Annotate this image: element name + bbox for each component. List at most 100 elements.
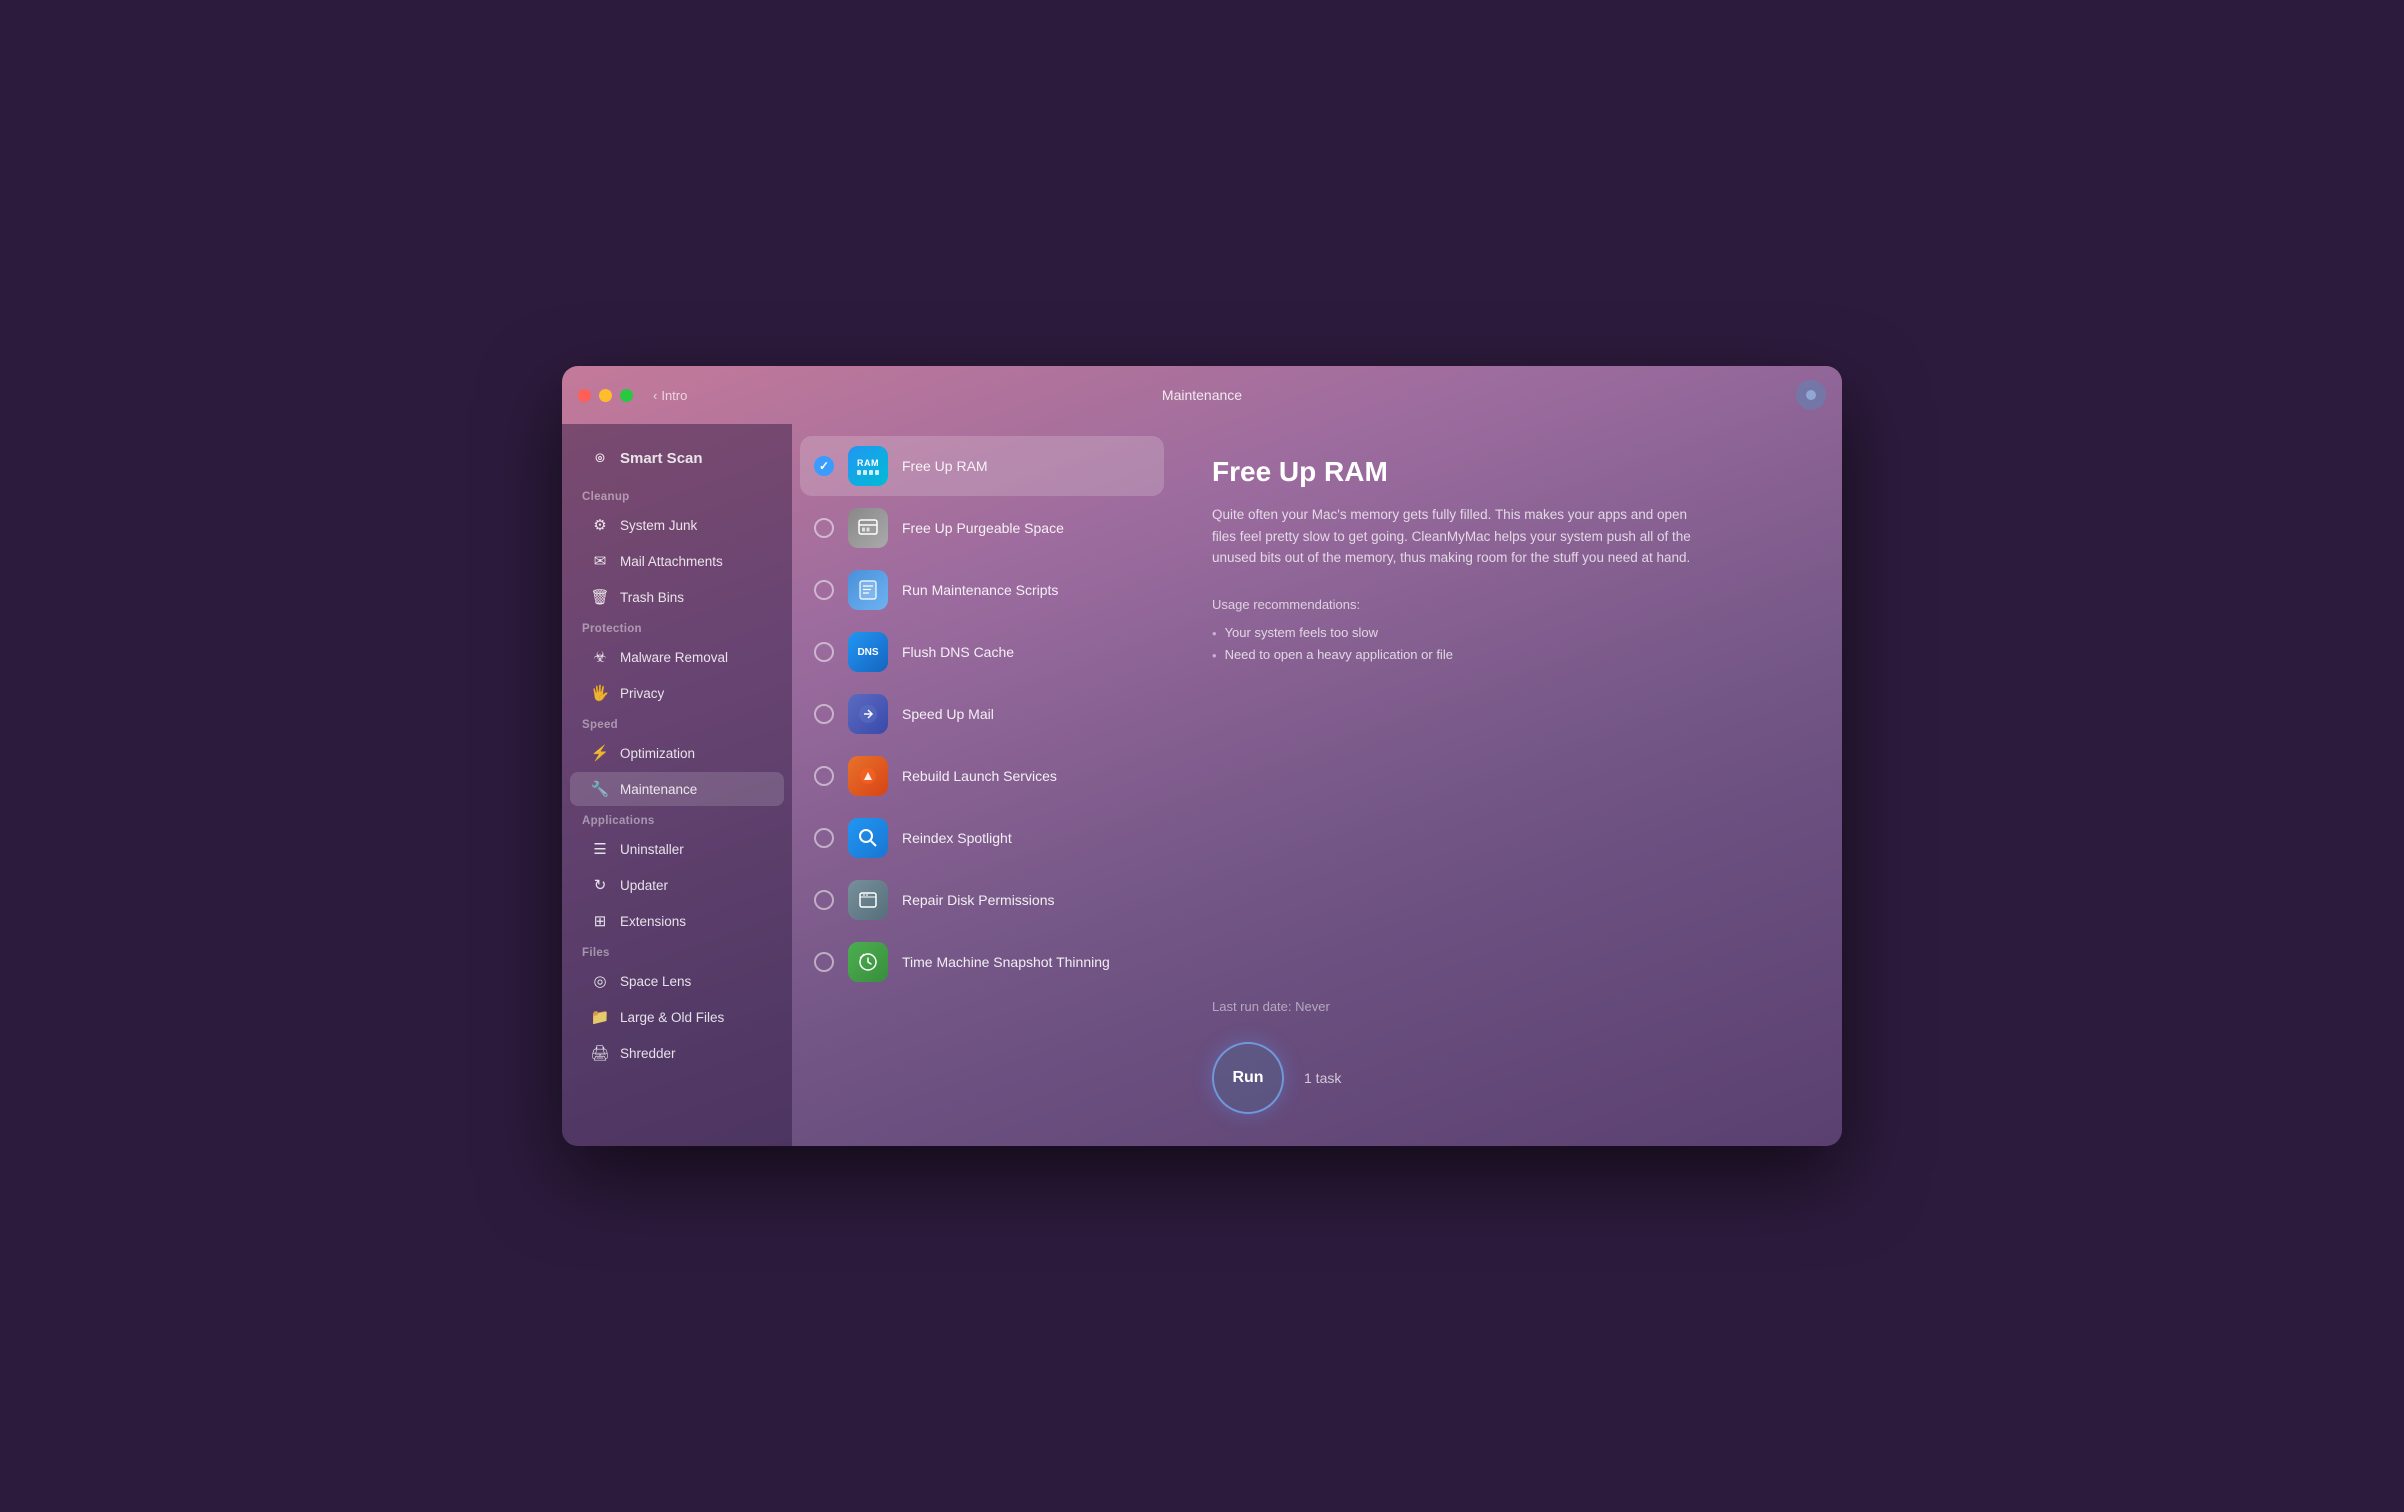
sidebar-item-label: Space Lens <box>620 974 691 989</box>
task-label-flush-dns-cache: Flush DNS Cache <box>902 644 1014 660</box>
nav-area: ‹ Intro <box>653 388 687 403</box>
traffic-lights <box>578 389 633 402</box>
task-icon-free-up-ram: RAM <box>848 446 888 486</box>
task-icon-time-machine-thinning <box>848 942 888 982</box>
sidebar-item-optimization[interactable]: ⚡ Optimization <box>570 736 784 770</box>
task-radio-rebuild-launch-services[interactable] <box>814 766 834 786</box>
sidebar-item-label: Maintenance <box>620 782 697 797</box>
sidebar-item-system-junk[interactable]: ⚙ System Junk <box>570 508 784 542</box>
sidebar-item-uninstaller[interactable]: ☰ Uninstaller <box>570 832 784 866</box>
app-window: ‹ Intro Maintenance ⌾ Smart Scan Cleanup… <box>562 366 1842 1146</box>
task-icon-reindex-spotlight <box>848 818 888 858</box>
task-radio-reindex-spotlight[interactable] <box>814 828 834 848</box>
sidebar-item-label: Large & Old Files <box>620 1010 724 1025</box>
mail-attachments-icon: ✉ <box>590 551 610 571</box>
last-run-value: Never <box>1295 999 1330 1014</box>
sidebar-item-shredder[interactable]: 🖨 Shredder <box>570 1036 784 1070</box>
task-radio-run-maintenance-scripts[interactable] <box>814 580 834 600</box>
task-label-run-maintenance-scripts: Run Maintenance Scripts <box>902 582 1058 598</box>
sidebar-item-maintenance[interactable]: 🔧 Maintenance <box>570 772 784 806</box>
sidebar-item-large-old-files[interactable]: 📁 Large & Old Files <box>570 1000 784 1034</box>
smart-scan-icon: ⌾ <box>590 448 610 468</box>
maximize-button[interactable] <box>620 389 633 402</box>
task-label-time-machine-thinning: Time Machine Snapshot Thinning <box>902 954 1110 970</box>
trash-bins-icon: 🗑 <box>590 587 610 607</box>
last-run-label: Last run date: Never <box>1212 999 1802 1014</box>
task-icon-repair-disk-permissions <box>848 880 888 920</box>
sidebar-item-label: Trash Bins <box>620 590 684 605</box>
task-item-speed-up-mail[interactable]: Speed Up Mail <box>800 684 1164 744</box>
sidebar-item-malware-removal[interactable]: ☣ Malware Removal <box>570 640 784 674</box>
task-radio-repair-disk-permissions[interactable] <box>814 890 834 910</box>
task-radio-free-up-ram[interactable] <box>814 456 834 476</box>
updater-icon: ↻ <box>590 875 610 895</box>
sidebar-item-label: Extensions <box>620 914 686 929</box>
task-icon-rebuild-launch-services <box>848 756 888 796</box>
usage-item-1: Your system feels too slow <box>1212 622 1802 644</box>
back-button[interactable]: ‹ Intro <box>653 388 687 403</box>
spacer <box>1212 706 1802 999</box>
task-radio-speed-up-mail[interactable] <box>814 704 834 724</box>
task-label-speed-up-mail: Speed Up Mail <box>902 706 994 722</box>
sidebar-item-smart-scan[interactable]: ⌾ Smart Scan <box>570 441 784 475</box>
detail-panel: Free Up RAM Quite often your Mac's memor… <box>1172 424 1842 1146</box>
task-item-time-machine-thinning[interactable]: Time Machine Snapshot Thinning <box>800 932 1164 992</box>
task-icon-flush-dns-cache: DNS <box>848 632 888 672</box>
sidebar-item-trash-bins[interactable]: 🗑 Trash Bins <box>570 580 784 614</box>
task-radio-free-up-purgeable[interactable] <box>814 518 834 538</box>
task-item-free-up-ram[interactable]: RAM Free Up RAM <box>800 436 1164 496</box>
section-label-cleanup: Cleanup <box>562 483 792 507</box>
task-item-rebuild-launch-services[interactable]: Rebuild Launch Services <box>800 746 1164 806</box>
malware-removal-icon: ☣ <box>590 647 610 667</box>
run-button[interactable]: Run <box>1212 1042 1284 1114</box>
task-label-reindex-spotlight: Reindex Spotlight <box>902 830 1012 846</box>
section-label-files: Files <box>562 939 792 963</box>
task-item-reindex-spotlight[interactable]: Reindex Spotlight <box>800 808 1164 868</box>
sidebar-item-privacy[interactable]: 🖐 Privacy <box>570 676 784 710</box>
task-label-free-up-ram: Free Up RAM <box>902 458 988 474</box>
usage-recommendations-label: Usage recommendations: <box>1212 597 1802 612</box>
section-label-speed: Speed <box>562 711 792 735</box>
content-area: ⌾ Smart Scan Cleanup ⚙ System Junk ✉ Mai… <box>562 424 1842 1146</box>
task-icon-run-maintenance-scripts <box>848 570 888 610</box>
detail-title: Free Up RAM <box>1212 456 1802 488</box>
large-old-files-icon: 📁 <box>590 1007 610 1027</box>
sidebar-item-updater[interactable]: ↻ Updater <box>570 868 784 902</box>
task-item-flush-dns-cache[interactable]: DNS Flush DNS Cache <box>800 622 1164 682</box>
task-count: 1 task <box>1304 1070 1341 1086</box>
profile-button[interactable] <box>1796 380 1826 410</box>
sidebar-item-label: Optimization <box>620 746 695 761</box>
task-item-run-maintenance-scripts[interactable]: Run Maintenance Scripts <box>800 560 1164 620</box>
sidebar-item-label: Smart Scan <box>620 450 703 467</box>
task-radio-flush-dns-cache[interactable] <box>814 642 834 662</box>
usage-item-2: Need to open a heavy application or file <box>1212 644 1802 666</box>
extensions-icon: ⊞ <box>590 911 610 931</box>
task-label-rebuild-launch-services: Rebuild Launch Services <box>902 768 1057 784</box>
maintenance-icon: 🔧 <box>590 779 610 799</box>
privacy-icon: 🖐 <box>590 683 610 703</box>
sidebar-item-extensions[interactable]: ⊞ Extensions <box>570 904 784 938</box>
page-title: Maintenance <box>1162 387 1242 403</box>
task-list: RAM Free Up RAM <box>792 424 1172 1146</box>
profile-icon <box>1806 390 1816 400</box>
space-lens-icon: ◎ <box>590 971 610 991</box>
back-chevron-icon: ‹ <box>653 388 657 403</box>
section-label-applications: Applications <box>562 807 792 831</box>
task-item-repair-disk-permissions[interactable]: Repair Disk Permissions <box>800 870 1164 930</box>
task-item-free-up-purgeable[interactable]: Free Up Purgeable Space <box>800 498 1164 558</box>
task-icon-free-up-purgeable <box>848 508 888 548</box>
sidebar-item-space-lens[interactable]: ◎ Space Lens <box>570 964 784 998</box>
run-area: Run 1 task <box>1212 1042 1802 1114</box>
main-panel: RAM Free Up RAM <box>792 424 1842 1146</box>
usage-list: Your system feels too slow Need to open … <box>1212 622 1802 666</box>
sidebar-item-label: Privacy <box>620 686 664 701</box>
back-label: Intro <box>661 388 687 403</box>
minimize-button[interactable] <box>599 389 612 402</box>
titlebar: ‹ Intro Maintenance <box>562 366 1842 424</box>
sidebar: ⌾ Smart Scan Cleanup ⚙ System Junk ✉ Mai… <box>562 424 792 1146</box>
task-radio-time-machine-thinning[interactable] <box>814 952 834 972</box>
section-label-protection: Protection <box>562 615 792 639</box>
shredder-icon: 🖨 <box>590 1043 610 1063</box>
sidebar-item-mail-attachments[interactable]: ✉ Mail Attachments <box>570 544 784 578</box>
close-button[interactable] <box>578 389 591 402</box>
